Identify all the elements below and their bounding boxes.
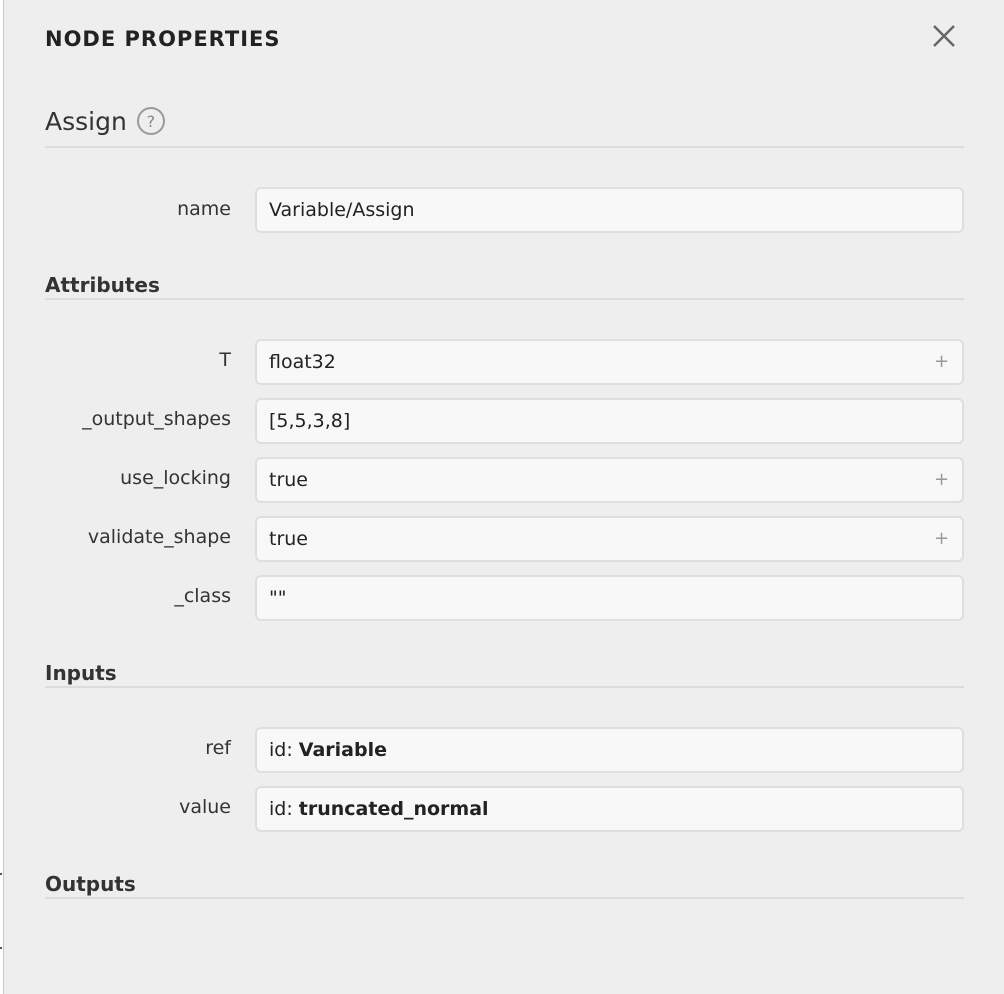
input-label-value: value [179,796,231,818]
outputs-section-title: Outputs [45,872,136,896]
divider [45,897,964,899]
help-icon[interactable]: ? [136,107,165,135]
attribute-label-T: T [219,349,231,371]
operator-name: Assign [45,106,127,136]
attribute-field-T[interactable]: float32 + [255,339,964,385]
input-id-value: truncated_normal [298,798,489,820]
expand-plus-icon[interactable]: + [934,530,949,548]
divider [45,686,964,688]
close-icon [933,25,955,47]
attribute-value-T: float32 [269,351,336,373]
attribute-label-validate-shape: validate_shape [87,526,231,548]
input-field-ref[interactable]: id: Variable [255,727,964,773]
operator-header: Assign ? [45,103,165,139]
node-properties-panel: NODE PROPERTIES Assign ? name Variable/A… [3,0,1004,994]
panel-title: NODE PROPERTIES [45,27,281,51]
input-id-value: Variable [298,739,387,761]
attribute-field-output-shapes[interactable]: [5,5,3,8] [255,398,964,444]
input-value-ref: id: Variable [269,739,950,761]
attribute-label-use-locking: use_locking [120,467,231,489]
close-button[interactable] [928,20,960,52]
divider [45,298,964,300]
attribute-field-validate-shape[interactable]: true + [255,516,964,562]
attribute-field-class[interactable]: "" [255,575,964,621]
name-label: name [177,198,231,220]
attribute-value-output-shapes: [5,5,3,8] [269,410,351,432]
name-field[interactable]: Variable/Assign [255,187,964,233]
attribute-label-output-shapes: _output_shapes [82,408,231,430]
expand-plus-icon[interactable]: + [934,353,949,371]
input-label-ref: ref [205,737,231,759]
attribute-value-use-locking: true [269,469,308,491]
edge-marker [0,947,2,949]
divider [45,146,964,148]
input-id-prefix: id: [269,739,299,761]
input-value-value: id: truncated_normal [269,798,950,820]
name-value: Variable/Assign [269,199,415,221]
input-field-value[interactable]: id: truncated_normal [255,786,964,832]
attribute-value-validate-shape: true [269,528,308,550]
attribute-label-class: _class [174,585,231,607]
expand-plus-icon[interactable]: + [934,471,949,489]
attribute-field-use-locking[interactable]: true + [255,457,964,503]
inputs-section-title: Inputs [45,661,117,685]
attribute-value-class: "" [269,587,287,609]
help-icon-glyph: ? [146,111,156,131]
attributes-section-title: Attributes [45,273,160,297]
edge-marker [0,873,2,875]
input-id-prefix: id: [269,798,299,820]
